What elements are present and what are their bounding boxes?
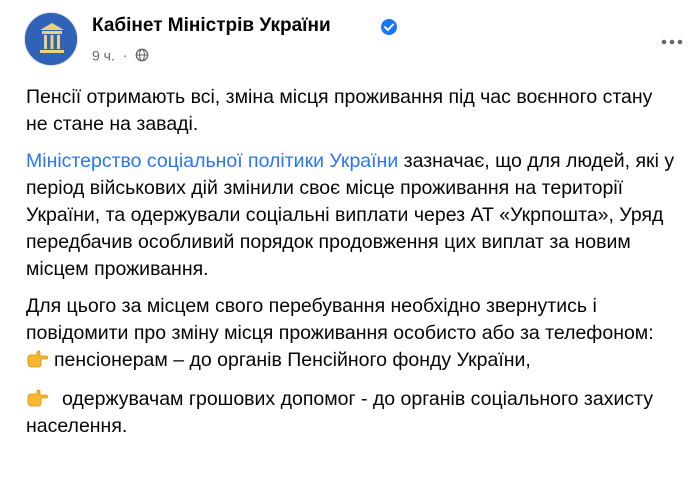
bullet-recipients-text: одержувачам грошових допомог - до органі… bbox=[26, 388, 653, 437]
more-options-button[interactable] bbox=[652, 22, 692, 62]
meta-separator: · bbox=[122, 47, 128, 64]
more-options-icon bbox=[661, 39, 683, 45]
backhand-index-pointing-right-icon bbox=[27, 389, 48, 407]
post-header: Кабінет Міністрів України 9 ч. · bbox=[24, 12, 683, 66]
page-name-link[interactable]: Кабінет Міністрів України bbox=[92, 14, 331, 38]
backhand-index-pointing-right-icon bbox=[27, 350, 48, 368]
ministry-link[interactable]: Міністерство соціальної політики України bbox=[26, 150, 398, 172]
bullet-pensioners-text: пенсіонерам – до органів Пенсійного фонд… bbox=[54, 349, 531, 371]
globe-icon[interactable] bbox=[135, 48, 149, 62]
post-paragraph-ministry: Міністерство соціальної політики України… bbox=[26, 148, 676, 283]
cabinet-logo-icon bbox=[25, 13, 77, 65]
post-meta: 9 ч. · bbox=[92, 44, 149, 64]
facebook-post: Кабінет Міністрів України 9 ч. · Пенсії … bbox=[0, 0, 700, 479]
post-timestamp[interactable]: 9 ч. bbox=[92, 47, 115, 63]
verified-badge-icon bbox=[381, 19, 397, 35]
list-item: одержувачам грошових допомог - до органі… bbox=[26, 386, 676, 440]
post-headline: Пенсії отримають всі, зміна місця прожив… bbox=[26, 86, 653, 135]
post-body: Пенсії отримають всі, зміна місця прожив… bbox=[26, 84, 676, 440]
post-paragraph-instructions: Для цього за місцем свого перебування не… bbox=[26, 295, 654, 344]
list-item: пенсіонерам – до органів Пенсійного фонд… bbox=[26, 347, 676, 374]
page-avatar[interactable] bbox=[24, 12, 78, 66]
